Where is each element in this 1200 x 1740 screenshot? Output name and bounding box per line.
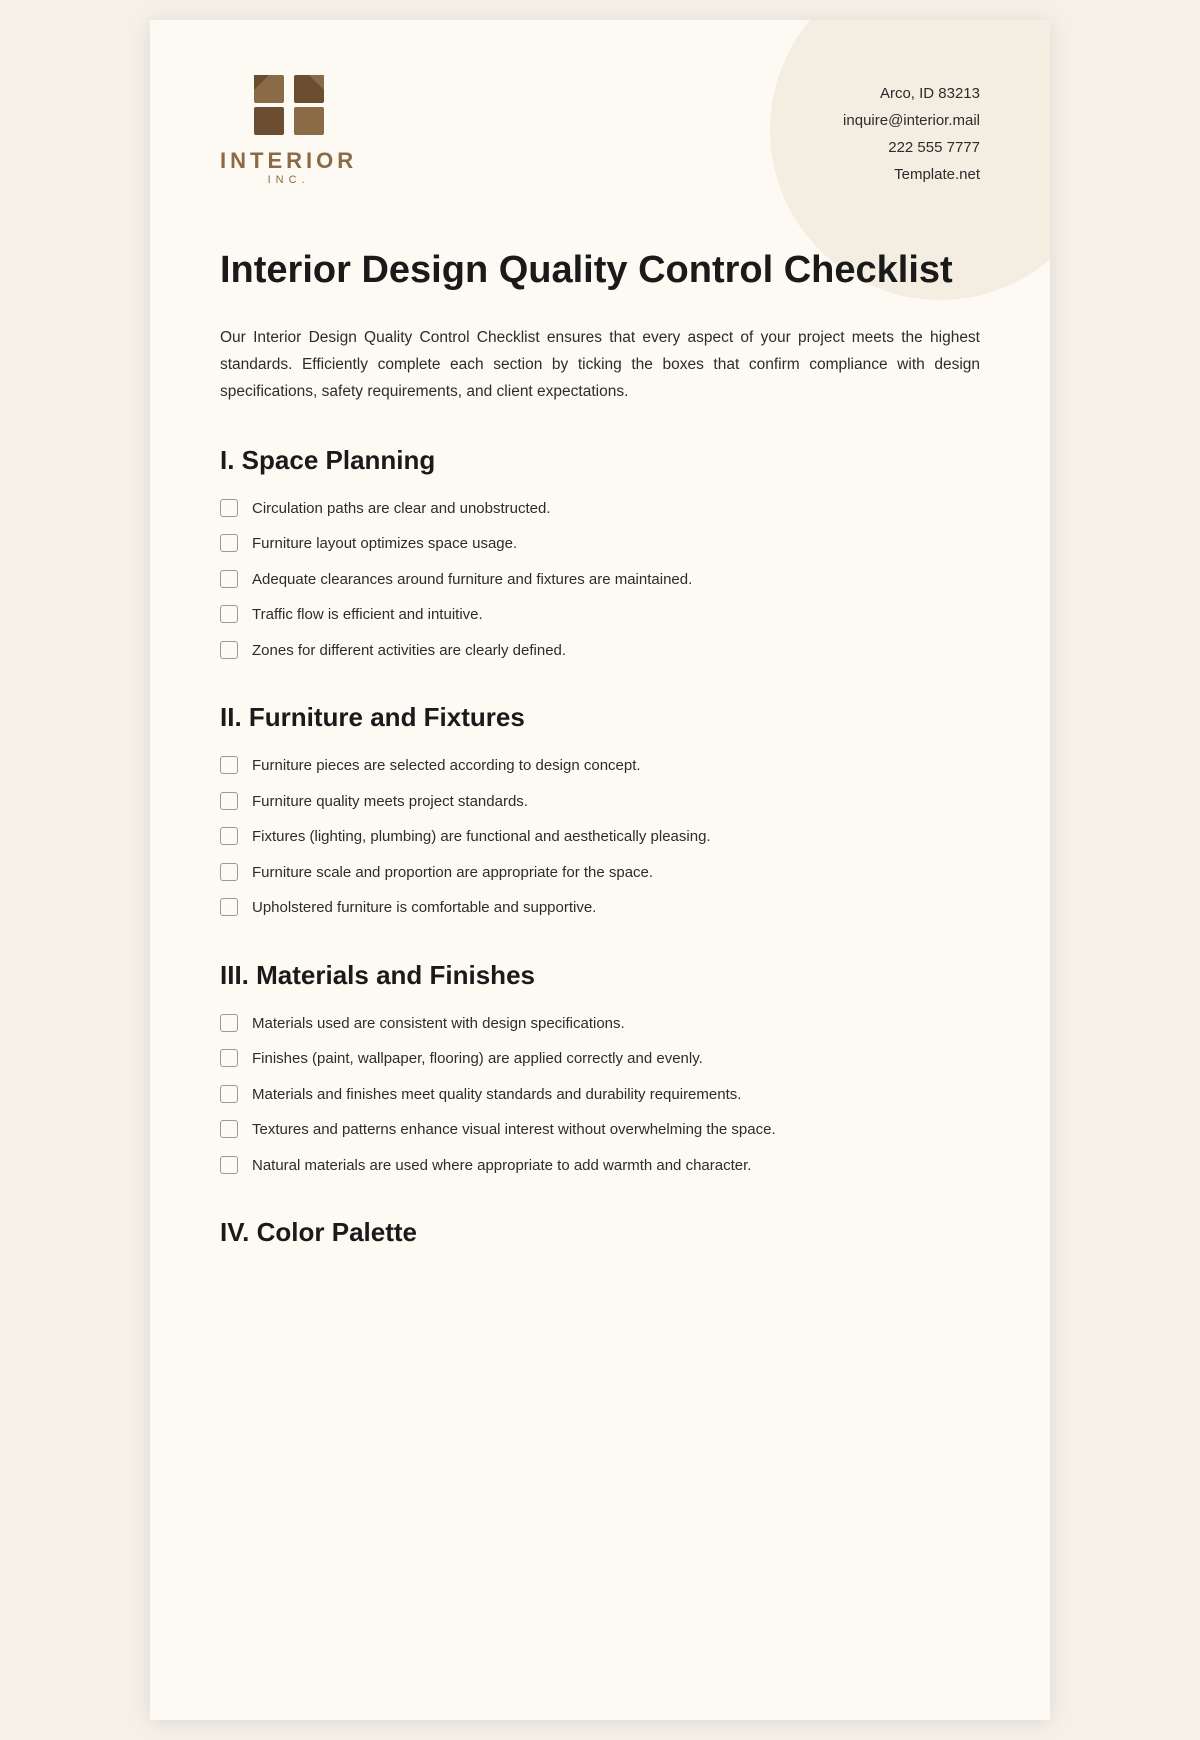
list-item[interactable]: Materials and finishes meet quality stan… xyxy=(220,1084,980,1107)
checkbox[interactable] xyxy=(220,570,238,588)
item-text: Upholstered furniture is comfortable and… xyxy=(252,897,980,920)
checkbox[interactable] xyxy=(220,1120,238,1138)
item-text: Materials and finishes meet quality stan… xyxy=(252,1084,980,1107)
item-text: Traffic flow is efficient and intuitive. xyxy=(252,604,980,627)
checklist-items-iii: Materials used are consistent with desig… xyxy=(220,1013,980,1178)
item-text: Textures and patterns enhance visual int… xyxy=(252,1119,980,1142)
checklist-items-i: Circulation paths are clear and unobstru… xyxy=(220,498,980,663)
page-title: Interior Design Quality Control Checklis… xyxy=(220,248,980,294)
checkbox[interactable] xyxy=(220,863,238,881)
item-text: Adequate clearances around furniture and… xyxy=(252,569,980,592)
logo-text: INTERIOR xyxy=(220,148,357,174)
list-item[interactable]: Zones for different activities are clear… xyxy=(220,640,980,663)
header: INTERIOR INC. Arco, ID 83213 inquire@int… xyxy=(150,20,1050,228)
checkbox[interactable] xyxy=(220,827,238,845)
list-item[interactable]: Furniture pieces are selected according … xyxy=(220,755,980,778)
checkbox[interactable] xyxy=(220,534,238,552)
checkbox[interactable] xyxy=(220,605,238,623)
section-iii: III. Materials and Finishes Materials use… xyxy=(220,960,980,1178)
checkbox[interactable] xyxy=(220,499,238,517)
list-item[interactable]: Finishes (paint, wallpaper, flooring) ar… xyxy=(220,1048,980,1071)
checkbox[interactable] xyxy=(220,792,238,810)
checkbox[interactable] xyxy=(220,756,238,774)
list-item[interactable]: Traffic flow is efficient and intuitive. xyxy=(220,604,980,627)
section-ii: II. Furniture and Fixtures Furniture piec… xyxy=(220,702,980,920)
sections-container: I. Space Planning Circulation paths are c… xyxy=(220,445,980,1249)
intro-paragraph: Our Interior Design Quality Control Chec… xyxy=(220,324,980,405)
contact-email: inquire@interior.mail xyxy=(843,107,980,134)
contact-website: Template.net xyxy=(843,161,980,188)
section-title-iv: IV. Color Palette xyxy=(220,1217,980,1248)
item-text: Furniture layout optimizes space usage. xyxy=(252,533,980,556)
list-item[interactable]: Textures and patterns enhance visual int… xyxy=(220,1119,980,1142)
logo-area: INTERIOR INC. xyxy=(220,70,357,186)
item-text: Furniture quality meets project standard… xyxy=(252,791,980,814)
item-text: Circulation paths are clear and unobstru… xyxy=(252,498,980,521)
contact-info: Arco, ID 83213 inquire@interior.mail 222… xyxy=(843,70,980,188)
list-item[interactable]: Furniture layout optimizes space usage. xyxy=(220,533,980,556)
list-item[interactable]: Adequate clearances around furniture and… xyxy=(220,569,980,592)
logo-icon xyxy=(249,70,329,140)
section-i: I. Space Planning Circulation paths are c… xyxy=(220,445,980,663)
item-text: Materials used are consistent with desig… xyxy=(252,1013,980,1036)
item-text: Finishes (paint, wallpaper, flooring) ar… xyxy=(252,1048,980,1071)
section-title-i: I. Space Planning xyxy=(220,445,980,476)
main-content: Interior Design Quality Control Checklis… xyxy=(150,228,1050,1358)
list-item[interactable]: Materials used are consistent with desig… xyxy=(220,1013,980,1036)
section-iv: IV. Color Palette xyxy=(220,1217,980,1248)
contact-phone: 222 555 7777 xyxy=(843,134,980,161)
checkbox[interactable] xyxy=(220,1049,238,1067)
checkbox[interactable] xyxy=(220,1014,238,1032)
item-text: Fixtures (lighting, plumbing) are functi… xyxy=(252,826,980,849)
checklist-items-ii: Furniture pieces are selected according … xyxy=(220,755,980,920)
list-item[interactable]: Furniture scale and proportion are appro… xyxy=(220,862,980,885)
checkbox[interactable] xyxy=(220,1156,238,1174)
contact-address: Arco, ID 83213 xyxy=(843,80,980,107)
item-text: Natural materials are used where appropr… xyxy=(252,1155,980,1178)
item-text: Furniture pieces are selected according … xyxy=(252,755,980,778)
checkbox[interactable] xyxy=(220,641,238,659)
item-text: Furniture scale and proportion are appro… xyxy=(252,862,980,885)
section-title-iii: III. Materials and Finishes xyxy=(220,960,980,991)
list-item[interactable]: Fixtures (lighting, plumbing) are functi… xyxy=(220,826,980,849)
logo-sub: INC. xyxy=(268,174,310,186)
checkbox[interactable] xyxy=(220,898,238,916)
list-item[interactable]: Upholstered furniture is comfortable and… xyxy=(220,897,980,920)
list-item[interactable]: Furniture quality meets project standard… xyxy=(220,791,980,814)
section-title-ii: II. Furniture and Fixtures xyxy=(220,702,980,733)
item-text: Zones for different activities are clear… xyxy=(252,640,980,663)
page: INTERIOR INC. Arco, ID 83213 inquire@int… xyxy=(150,20,1050,1720)
checkbox[interactable] xyxy=(220,1085,238,1103)
list-item[interactable]: Circulation paths are clear and unobstru… xyxy=(220,498,980,521)
list-item[interactable]: Natural materials are used where appropr… xyxy=(220,1155,980,1178)
